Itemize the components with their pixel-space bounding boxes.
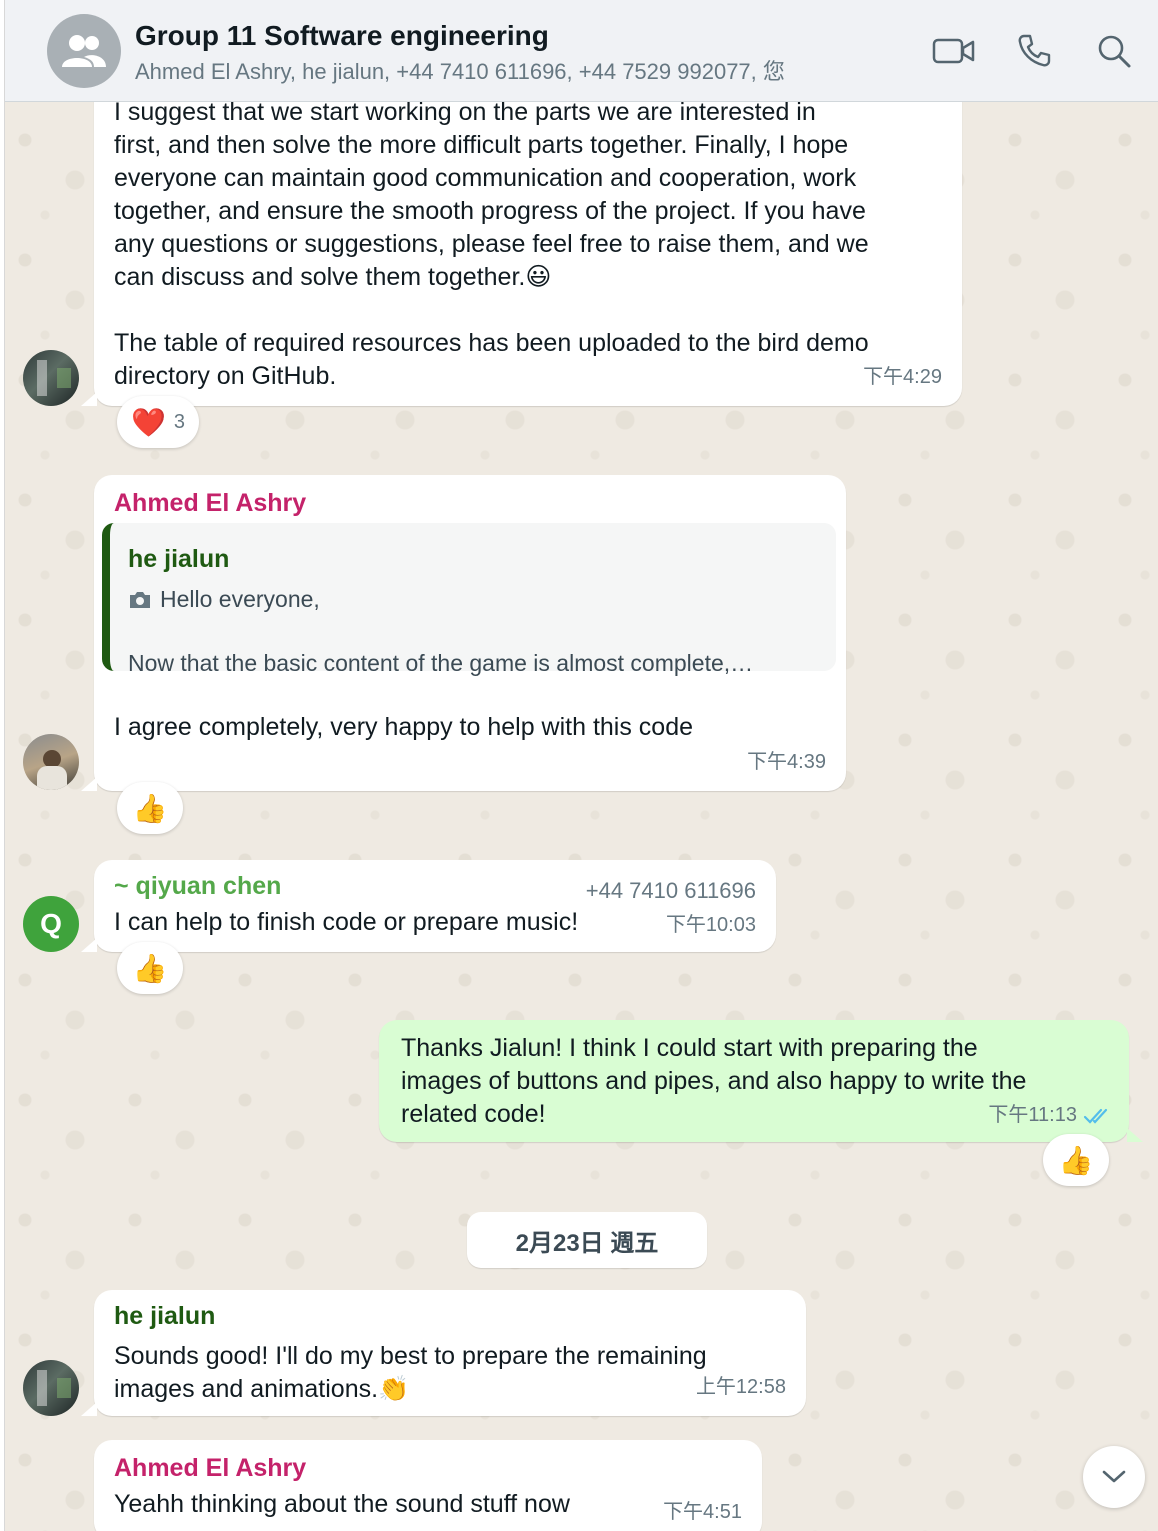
message-text: I can help to finish code or prepare mus… <box>114 908 579 936</box>
message-bubble[interactable]: Ahmed El Ashry Yeahh thinking about the … <box>94 1440 762 1531</box>
chat-title[interactable]: Group 11 Software engineering <box>135 20 549 52</box>
message-text-line: images of buttons and pipes, and also ha… <box>401 1067 1027 1095</box>
message-time: 上午12:58 <box>695 1376 786 1398</box>
avatar-he-jialun[interactable] <box>23 1360 79 1416</box>
message-time: 下午10:03 <box>665 914 756 936</box>
date-separator: 2月23日 週五 <box>467 1212 707 1268</box>
reaction-count: 3 <box>173 410 185 433</box>
message-text-line: everyone can maintain good communication… <box>114 164 857 192</box>
message-bubble[interactable]: ~ qiyuan chen +44 7410 611696 I can help… <box>94 860 776 952</box>
message-text-line: directory on GitHub. <box>114 362 337 390</box>
sender-name[interactable]: ~ qiyuan chen <box>114 870 281 903</box>
message-text-line: Sounds good! I'll do my best to prepare … <box>114 1342 707 1370</box>
chat-members[interactable]: Ahmed El Ashry, he jialun, +44 7410 6116… <box>135 54 785 86</box>
quoted-text: Now that the basic content of the game i… <box>128 650 754 676</box>
double-check-read-icon <box>1083 1108 1108 1124</box>
sender-phone[interactable]: +44 7410 611696 <box>586 874 756 907</box>
bubble-tail <box>81 392 97 406</box>
message-text-line: images and animations.👏 <box>114 1375 410 1403</box>
bubble-tail <box>1127 1128 1143 1142</box>
message-text-line: any questions or suggestions, please fee… <box>114 230 869 258</box>
avatar-qiyuan-chen[interactable]: Q <box>23 896 79 952</box>
bubble-tail <box>81 938 97 952</box>
outgoing-message-bubble[interactable]: Thanks Jialun! I think I could start wit… <box>379 1020 1129 1142</box>
message-text-line: related code! <box>401 1100 546 1128</box>
chevron-down-icon <box>1102 1470 1126 1483</box>
message-text-line: The table of required resources has been… <box>114 329 869 357</box>
bubble-tail <box>81 777 97 791</box>
quoted-text: Hello everyone, <box>160 586 320 612</box>
message-bubble[interactable]: Ahmed El Ashry he jialun Hello everyone,… <box>94 475 846 791</box>
message-text-line: first, and then solve the more difficult… <box>114 131 849 159</box>
message-bubble[interactable]: I suggest that we start working on the p… <box>94 78 962 406</box>
reaction-heart[interactable]: ❤️ 3 <box>117 396 199 448</box>
chat-header[interactable]: Group 11 Software engineering Ahmed El A… <box>5 0 1158 102</box>
reaction-thumbs-up[interactable]: 👍 <box>1043 1134 1109 1186</box>
camera-icon <box>130 591 150 608</box>
thumbs-up-icon: 👍 <box>1058 1143 1094 1177</box>
avatar-ahmed-el-ashry[interactable] <box>23 734 79 790</box>
heart-icon: ❤️ <box>131 405 166 439</box>
quoted-sender: he jialun <box>128 545 230 573</box>
message-text: Yeahh thinking about the sound stuff now <box>114 1490 570 1518</box>
reaction-thumbs-up[interactable]: 👍 <box>117 942 183 994</box>
chat-window: Group 11 Software engineering Ahmed El A… <box>4 0 1158 1531</box>
message-time: 下午4:39 <box>747 751 826 773</box>
sender-name[interactable]: Ahmed El Ashry <box>114 487 306 520</box>
message-time: 下午4:51 <box>663 1501 742 1523</box>
message-text-line: together, and ensure the smooth progress… <box>114 197 866 225</box>
bubble-tail <box>81 1402 97 1416</box>
thumbs-up-icon: 👍 <box>132 791 168 825</box>
message-text-line: Thanks Jialun! I think I could start wit… <box>401 1034 978 1062</box>
reaction-thumbs-up[interactable]: 👍 <box>117 782 183 834</box>
message-text-line: can discuss and solve them together.😃 <box>114 263 552 291</box>
message-bubble[interactable]: he jialun Sounds good! I'll do my best t… <box>94 1290 806 1416</box>
people-icon <box>62 35 106 67</box>
group-avatar[interactable] <box>47 14 121 88</box>
sender-name[interactable]: he jialun <box>114 1300 215 1333</box>
message-time: 下午4:29 <box>863 366 942 388</box>
search-icon[interactable] <box>1091 28 1137 74</box>
quoted-message[interactable]: he jialun Hello everyone, Now that the b… <box>102 523 836 676</box>
message-time: 下午11:13 <box>988 1104 1077 1126</box>
sender-name[interactable]: Ahmed El Ashry <box>114 1452 306 1485</box>
avatar-he-jialun[interactable] <box>23 350 79 406</box>
message-text: I agree completely, very happy to help w… <box>114 713 694 741</box>
thumbs-up-icon: 👍 <box>132 951 168 985</box>
scroll-to-bottom-button[interactable] <box>1083 1446 1145 1508</box>
video-call-icon[interactable] <box>931 28 977 74</box>
phone-icon[interactable] <box>1011 28 1057 74</box>
